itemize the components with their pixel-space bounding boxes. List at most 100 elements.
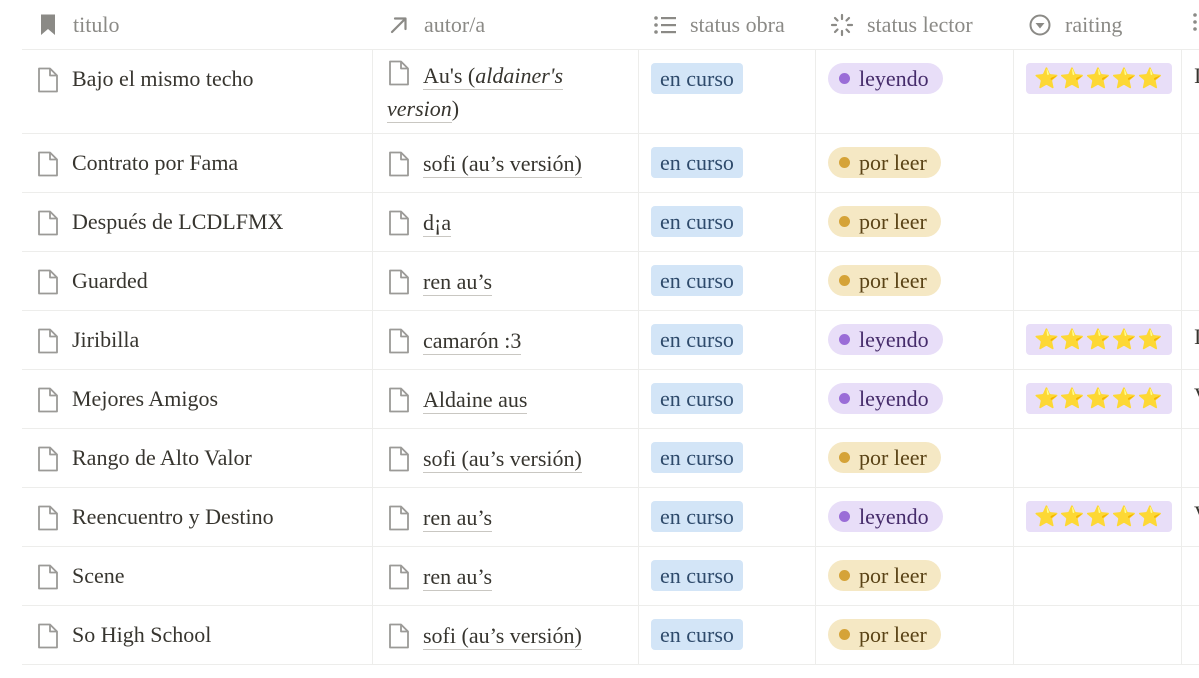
cell-status-obra[interactable]: en curso <box>639 547 816 605</box>
cell-autor[interactable]: camarón :3 <box>373 311 639 369</box>
cell-overflow[interactable]: I <box>1182 311 1199 369</box>
cell-titulo[interactable]: Bajo el mismo techo <box>22 50 373 133</box>
cell-autor[interactable]: sofi (au’s versión) <box>373 134 639 192</box>
table-row[interactable]: So High School sofi (au’s versión) en cu… <box>22 606 1199 665</box>
page-icon <box>387 445 411 473</box>
author-link[interactable]: sofi (au’s versión) <box>423 446 582 473</box>
status-obra-tag: en curso <box>651 560 743 591</box>
table-row[interactable]: Jiribilla camarón :3 en curso leyendo ⭐⭐… <box>22 311 1199 370</box>
status-lector-tag: por leer <box>828 560 941 591</box>
cell-raiting[interactable] <box>1014 429 1182 487</box>
cell-raiting[interactable]: ⭐⭐⭐⭐⭐ <box>1014 311 1182 369</box>
table-row[interactable]: Después de LCDLFMX d¡a en curso por leer <box>22 193 1199 252</box>
cell-overflow[interactable] <box>1182 193 1199 251</box>
page-icon <box>36 386 60 414</box>
cell-autor[interactable]: ren au’s <box>373 547 639 605</box>
arrow-up-right-icon <box>386 12 412 38</box>
cell-overflow[interactable]: I <box>1182 50 1199 133</box>
author-link[interactable]: d¡a <box>423 210 452 237</box>
table-row[interactable]: Reencuentro y Destino ren au’s en curso … <box>22 488 1199 547</box>
page-icon <box>36 327 60 355</box>
author-link[interactable]: Au's (aldainer's version <box>387 63 564 123</box>
cell-autor[interactable]: d¡a <box>373 193 639 251</box>
page-icon <box>387 327 411 355</box>
column-header-raiting[interactable]: raiting <box>1014 0 1182 49</box>
cell-status-lector[interactable]: por leer <box>816 547 1014 605</box>
author-link[interactable]: ren au’s <box>423 564 493 591</box>
cell-titulo[interactable]: So High School <box>22 606 373 664</box>
cell-overflow[interactable] <box>1182 429 1199 487</box>
cell-autor[interactable]: ren au’s <box>373 488 639 546</box>
author-link[interactable]: sofi (au’s versión) <box>423 151 582 178</box>
column-header-titulo[interactable]: titulo <box>22 0 373 49</box>
cell-titulo[interactable]: Contrato por Fama <box>22 134 373 192</box>
cell-titulo[interactable]: Rango de Alto Valor <box>22 429 373 487</box>
cell-status-lector[interactable]: leyendo <box>816 488 1014 546</box>
cell-raiting[interactable]: ⭐⭐⭐⭐⭐ <box>1014 488 1182 546</box>
cell-overflow[interactable] <box>1182 547 1199 605</box>
table-row[interactable]: Bajo el mismo techo Au's (aldainer's ver… <box>22 50 1199 134</box>
cell-raiting[interactable]: ⭐⭐⭐⭐⭐ <box>1014 370 1182 428</box>
cell-titulo[interactable]: Jiribilla <box>22 311 373 369</box>
cell-status-obra[interactable]: en curso <box>639 370 816 428</box>
column-header-autor[interactable]: autor/a <box>373 0 639 49</box>
cell-autor[interactable]: Au's (aldainer's version) <box>373 50 639 133</box>
cell-status-lector[interactable]: leyendo <box>816 311 1014 369</box>
table-row[interactable]: Mejores Amigos Aldaine aus en curso leye… <box>22 370 1199 429</box>
column-header-label: status lector <box>867 11 973 37</box>
cell-titulo[interactable]: Scene <box>22 547 373 605</box>
cell-status-obra[interactable]: en curso <box>639 193 816 251</box>
cell-status-obra[interactable]: en curso <box>639 488 816 546</box>
table-row[interactable]: Guarded ren au’s en curso por leer <box>22 252 1199 311</box>
cell-raiting[interactable]: ⭐⭐⭐⭐⭐ <box>1014 50 1182 133</box>
cell-autor[interactable]: sofi (au’s versión) <box>373 606 639 664</box>
cell-status-obra[interactable]: en curso <box>639 252 816 310</box>
page-icon <box>36 622 60 650</box>
status-dot <box>839 629 850 640</box>
cell-status-lector[interactable]: por leer <box>816 429 1014 487</box>
table-row[interactable]: Rango de Alto Valor sofi (au’s versión) … <box>22 429 1199 488</box>
cell-autor[interactable]: Aldaine aus <box>373 370 639 428</box>
table-row[interactable]: Scene ren au’s en curso por leer <box>22 547 1199 606</box>
cell-status-lector[interactable]: por leer <box>816 606 1014 664</box>
cell-titulo[interactable]: Después de LCDLFMX <box>22 193 373 251</box>
cell-status-obra[interactable]: en curso <box>639 606 816 664</box>
cell-raiting[interactable] <box>1014 252 1182 310</box>
cell-raiting[interactable] <box>1014 606 1182 664</box>
cell-raiting[interactable] <box>1014 547 1182 605</box>
cell-titulo[interactable]: Reencuentro y Destino <box>22 488 373 546</box>
row-title: Después de LCDLFMX <box>72 209 284 234</box>
row-title: Scene <box>72 563 125 588</box>
cell-overflow[interactable]: V <box>1182 488 1199 546</box>
cell-status-obra[interactable]: en curso <box>639 311 816 369</box>
cell-titulo[interactable]: Mejores Amigos <box>22 370 373 428</box>
cell-raiting[interactable] <box>1014 134 1182 192</box>
cell-status-lector[interactable]: por leer <box>816 252 1014 310</box>
column-header-overflow[interactable] <box>1182 0 1199 49</box>
cell-status-lector[interactable]: leyendo <box>816 370 1014 428</box>
cell-status-obra[interactable]: en curso <box>639 50 816 133</box>
cell-overflow[interactable] <box>1182 606 1199 664</box>
cell-status-lector[interactable]: por leer <box>816 193 1014 251</box>
page-icon <box>387 150 411 178</box>
cell-autor[interactable]: ren au’s <box>373 252 639 310</box>
author-link[interactable]: sofi (au’s versión) <box>423 623 582 650</box>
cell-status-obra[interactable]: en curso <box>639 429 816 487</box>
cell-status-lector[interactable]: leyendo <box>816 50 1014 133</box>
table-row[interactable]: Contrato por Fama sofi (au’s versión) en… <box>22 134 1199 193</box>
cell-raiting[interactable] <box>1014 193 1182 251</box>
author-link[interactable]: ren au’s <box>423 269 493 296</box>
cell-status-obra[interactable]: en curso <box>639 134 816 192</box>
select-dropdown-icon <box>1027 12 1053 38</box>
cell-overflow[interactable]: V <box>1182 370 1199 428</box>
cell-overflow[interactable] <box>1182 252 1199 310</box>
cell-overflow[interactable] <box>1182 134 1199 192</box>
cell-titulo[interactable]: Guarded <box>22 252 373 310</box>
column-header-status-obra[interactable]: status obra <box>639 0 816 49</box>
author-link[interactable]: ren au’s <box>423 505 493 532</box>
column-header-status-lector[interactable]: status lector <box>816 0 1014 49</box>
cell-autor[interactable]: sofi (au’s versión) <box>373 429 639 487</box>
cell-status-lector[interactable]: por leer <box>816 134 1014 192</box>
author-link[interactable]: camarón :3 <box>423 328 522 355</box>
author-link[interactable]: Aldaine aus <box>423 387 528 414</box>
